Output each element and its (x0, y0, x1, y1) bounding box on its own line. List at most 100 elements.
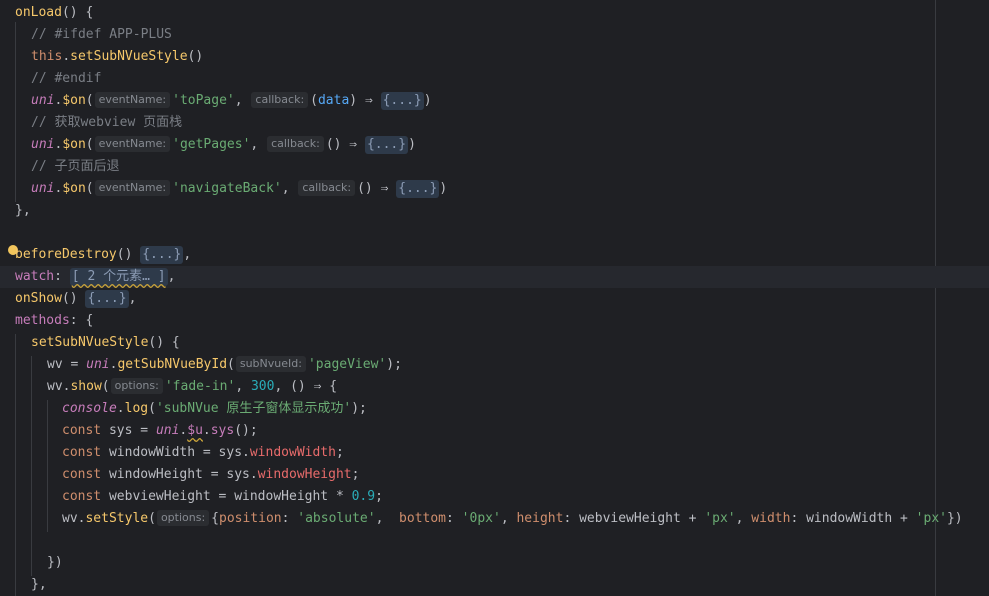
keyword: const (62, 423, 102, 438)
code-line: const sys = uni.$u.sys(); (62, 423, 258, 438)
code-line: const webviewHeight = windowHeight * 0.9… (62, 489, 383, 504)
method-call: $on (62, 181, 86, 196)
method-call: setSubNVueStyle (70, 49, 188, 64)
string-literal: 'pageView' (307, 357, 387, 372)
code-line: beforeDestroy() {...}, (15, 246, 192, 264)
string-literal: 'absolute' (297, 511, 376, 526)
param-hint: options: (110, 378, 163, 394)
identifier: wv (47, 357, 63, 372)
code-line: const windowWidth = sys.windowWidth; (62, 445, 344, 460)
string-literal: 'px' (915, 511, 947, 526)
property: windowHeight (257, 467, 352, 482)
method-call: log (124, 401, 149, 416)
keyword: const (62, 489, 102, 504)
method-name: onLoad (15, 5, 62, 20)
identifier: sys (218, 445, 243, 460)
identifier: uni (31, 181, 55, 196)
comment: // #ifdef APP-PLUS (31, 27, 172, 42)
object-key: bottom (399, 511, 447, 526)
code-line: // 获取webview 页面栈 (0, 112, 989, 134)
code-line: onLoad() { (15, 5, 94, 20)
identifier: uni (31, 137, 55, 152)
string-literal: '0px' (461, 511, 501, 526)
string-literal: 'getPages' (172, 137, 251, 152)
string-literal: 'subNVue 原生子窗体显示成功' (155, 401, 352, 416)
code-line: methods: { (15, 313, 94, 328)
identifier: windowWidth (108, 445, 196, 460)
code-line: wv.setStyle(options: {position: 'absolute… (62, 510, 963, 526)
param-hint: callback: (251, 92, 309, 108)
code-line: // #endif (0, 68, 989, 90)
code-line: }) (47, 555, 63, 570)
method-name: onShow (15, 291, 62, 306)
code-line: setSubNVueStyle() { (31, 335, 180, 350)
folded-region[interactable]: {...} (85, 290, 129, 308)
string-literal: 'navigateBack' (172, 181, 282, 196)
param-hint: options: (156, 510, 210, 526)
identifier: windowHeight (234, 489, 329, 504)
code-line: wv = uni.getSubNVueById(subNvueId:'pageV… (47, 356, 402, 372)
code-editor[interactable]: onLoad() { // #ifdef APP-PLUS this.setSu… (0, 0, 989, 596)
folded-region[interactable]: [ 2 个元素… ] (69, 268, 168, 286)
code-line: onShow() {...}, (15, 290, 137, 308)
code-line: console.log('subNVue 原生子窗体显示成功'); (62, 401, 367, 416)
identifier: uni (31, 93, 55, 108)
number-literal: 300 (250, 379, 275, 394)
folded-region[interactable]: {...} (140, 246, 184, 264)
identifier: windowHeight (108, 467, 203, 482)
param-hint: eventName: (94, 180, 171, 196)
keyword: this (31, 49, 63, 64)
property-key: methods (15, 313, 70, 328)
param-hint: subNvueId: (235, 356, 306, 372)
folded-region[interactable]: {...} (364, 136, 409, 154)
code-line: const windowHeight = sys.windowHeight; (62, 467, 360, 482)
comment: // 获取webview 页面栈 (31, 115, 183, 130)
method-call: show (70, 379, 102, 394)
code-line: this.setSubNVueStyle() (31, 49, 204, 64)
identifier: windowWidth (806, 511, 893, 526)
comment: // 子页面后退 (31, 159, 120, 174)
method-call: $on (62, 137, 86, 152)
property-key: watch (15, 269, 55, 284)
number-literal: 0.9 (351, 489, 376, 504)
code-line: uni.$on(eventName:'toPage', callback: (da… (31, 92, 432, 110)
current-line: watch: [ 2 个元素… ], (0, 266, 989, 288)
keyword: const (62, 467, 102, 482)
param-hint: eventName: (94, 92, 171, 108)
method-call: setStyle (85, 511, 149, 526)
code-line: wv.show(options:'fade-in', 300, () ⇒ { (47, 378, 338, 394)
method-name: beforeDestroy (15, 247, 117, 262)
object-key: height (516, 511, 564, 526)
method-name: setSubNVueStyle (31, 335, 149, 350)
identifier: wv (47, 379, 63, 394)
object-key: width (751, 511, 791, 526)
code-line: uni.$on(eventName:'getPages', callback:(… (31, 136, 416, 154)
param-hint: eventName: (94, 136, 171, 152)
code-line: uni.$on(eventName:'navigateBack', callba… (31, 180, 448, 198)
param-hint: callback: (267, 136, 324, 152)
parameter: data (317, 93, 350, 108)
code-line: }, (31, 577, 47, 592)
identifier: sys (226, 467, 250, 482)
identifier: webviewHeight (579, 511, 681, 526)
property: windowWidth (249, 445, 336, 460)
string-literal: 'fade-in' (164, 379, 236, 394)
identifier: uni (155, 423, 180, 438)
object-key: position (219, 511, 282, 526)
identifier: console (62, 401, 117, 416)
code-line: // 子页面后退 (0, 156, 989, 178)
identifier: uni (86, 357, 110, 372)
string-literal: 'px' (704, 511, 736, 526)
identifier: sys (108, 423, 133, 438)
code-line: // #ifdef APP-PLUS (0, 24, 989, 46)
keyword: const (62, 445, 102, 460)
string-literal: 'toPage' (172, 93, 235, 108)
method-call: $on (62, 93, 86, 108)
folded-region[interactable]: {...} (396, 180, 440, 198)
param-hint: callback: (298, 180, 356, 196)
identifier: wv (62, 511, 78, 526)
method-call: getSubNVueById (117, 357, 228, 372)
folded-region[interactable]: {...} (380, 92, 424, 110)
comment: // #endif (31, 71, 102, 86)
code-line: }, (15, 203, 31, 218)
